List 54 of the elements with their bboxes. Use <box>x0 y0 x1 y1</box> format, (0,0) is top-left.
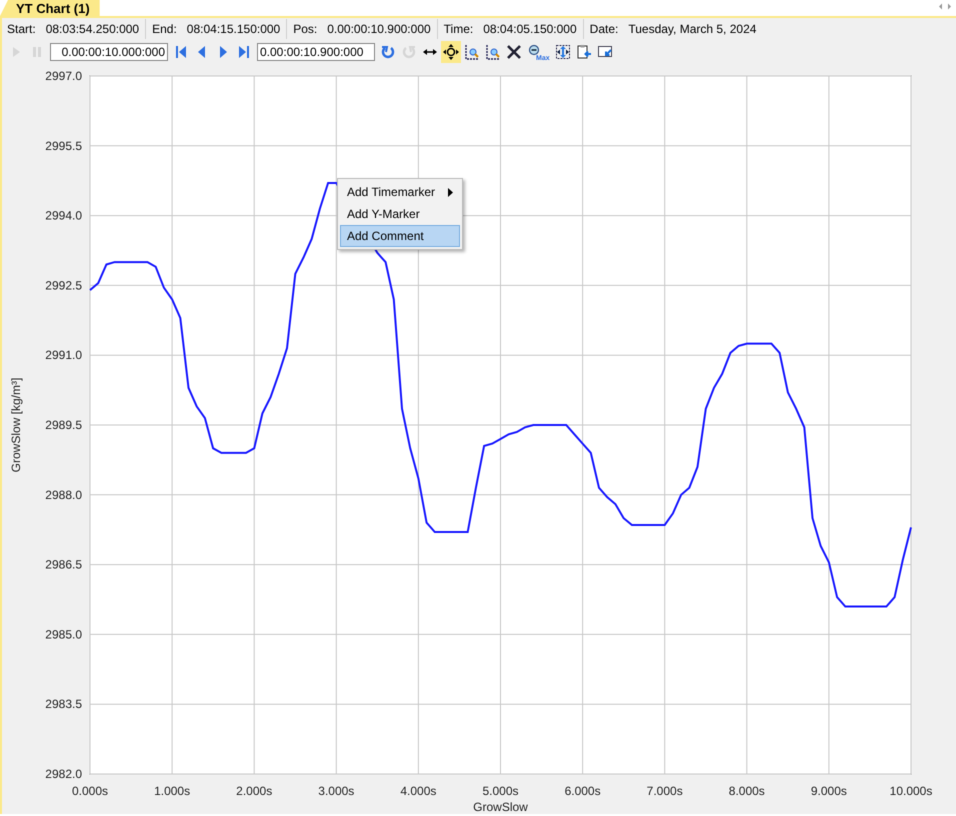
info-label: Time: <box>444 22 474 36</box>
x-tick-label: 1.000s <box>154 784 190 798</box>
submenu-arrow-icon <box>448 188 453 196</box>
x-tick-label: 4.000s <box>400 784 436 798</box>
y-tick-label: 2983.5 <box>45 697 82 712</box>
x-axis-title: GrowSlow <box>473 800 528 814</box>
export-icon <box>596 44 613 60</box>
x-tick-label: 0.000s <box>72 784 108 798</box>
time-field[interactable]: 0.00:00:10.000:000 <box>50 43 168 61</box>
move-button[interactable] <box>441 41 461 63</box>
y-tick-label: 2985.0 <box>45 627 82 642</box>
x-tick-label: 6.000s <box>564 784 601 798</box>
fit-icon <box>554 44 571 60</box>
clipboard-icon <box>576 44 592 60</box>
x-tick-label: 2.000s <box>236 784 272 798</box>
info-label: End: <box>152 22 177 36</box>
y-tick-label: 2989.5 <box>45 418 82 432</box>
info-value: Tuesday, March 5, 2024 <box>628 22 756 36</box>
x-tick-label: 9.000s <box>810 784 847 798</box>
time-field[interactable]: 0.00:00:10.900:000 <box>257 43 375 61</box>
scroll-arrows-icon[interactable] <box>938 3 952 10</box>
y-tick-label: 2988.0 <box>45 488 82 502</box>
move-icon <box>443 44 459 60</box>
x-tick-label: 7.000s <box>646 784 683 798</box>
y-tick-label: 2994.0 <box>45 208 82 223</box>
y-tick-label: 2997.0 <box>45 69 82 83</box>
y-tick-label: 2986.5 <box>45 558 82 572</box>
x-tick-label: 3.000s <box>318 784 354 798</box>
info-value: 08:04:15.150:000 <box>186 22 280 36</box>
x-tick-label: 8.000s <box>728 784 765 798</box>
info-value: 08:04:05.150:000 <box>483 22 577 36</box>
zoom-y-icon <box>485 44 501 60</box>
x-tick-label: 5.000s <box>482 784 519 798</box>
y-axis-title: GrowSlow [kg/m³] <box>9 378 23 472</box>
redo-icon <box>401 44 417 60</box>
info-label: Start: <box>7 22 36 36</box>
info-label: Pos: <box>293 22 318 36</box>
zoom-x-icon <box>464 44 480 60</box>
y-tick-label: 2991.0 <box>45 348 82 362</box>
x-tick-label: 10.000s <box>890 784 932 798</box>
skip-last-icon <box>236 44 252 60</box>
chart-tab[interactable]: YT Chart (1) <box>0 0 100 16</box>
info-value: 0.00:00:10.900:000 <box>327 22 431 36</box>
undo-icon <box>380 44 396 60</box>
y-tick-label: 2992.5 <box>45 278 82 292</box>
info-value: 08:03:54.250:000 <box>46 22 140 36</box>
menu-item[interactable]: Add Comment <box>340 225 460 247</box>
menu-item[interactable]: Add Timemarker <box>340 181 460 203</box>
info-label: Date: <box>590 22 618 36</box>
skip-first-icon <box>173 44 189 60</box>
cross-icon <box>506 44 522 60</box>
y-tick-label: 2995.5 <box>45 138 82 153</box>
y-tick-label: 2982.0 <box>45 767 82 781</box>
menu-item[interactable]: Add Y-Marker <box>340 203 460 225</box>
